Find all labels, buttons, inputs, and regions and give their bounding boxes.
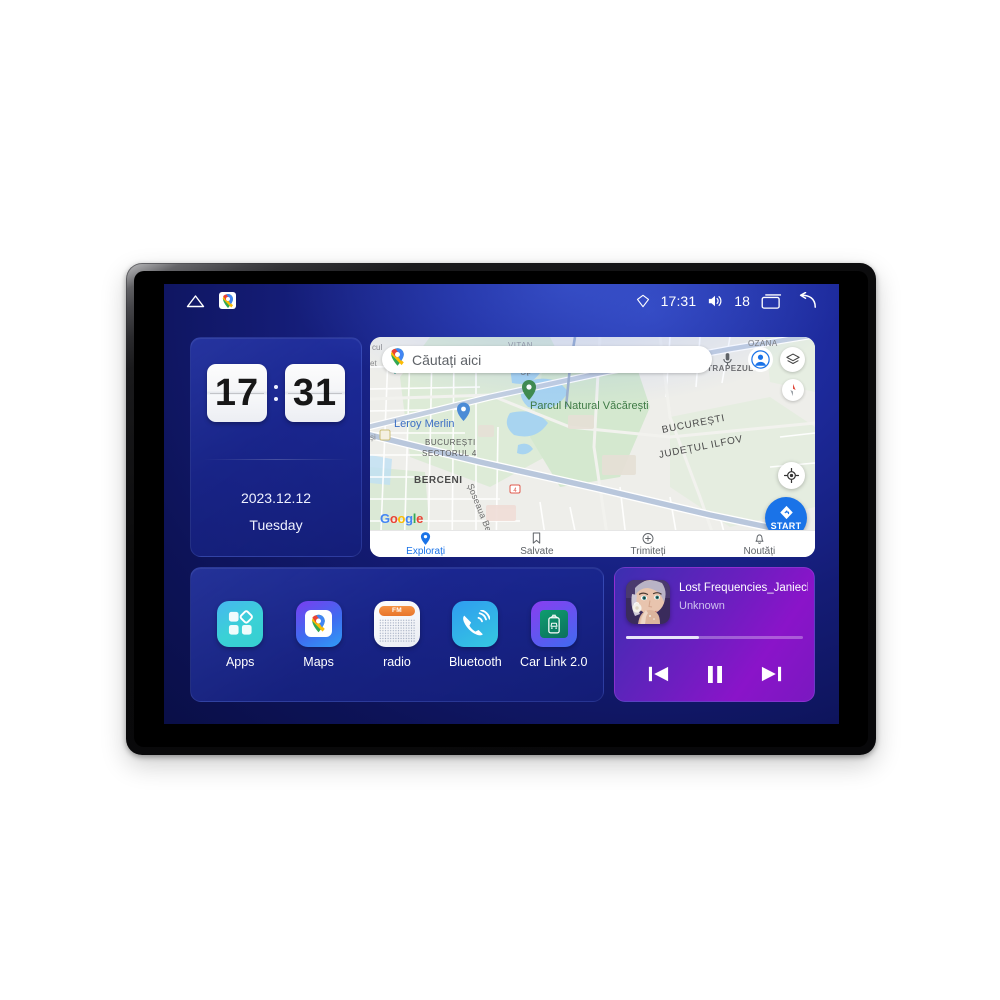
- screen: 17:31 18 17 31 2023.12.12 Tuesday 4 OZAN…: [164, 284, 839, 724]
- app-label: Bluetooth: [448, 654, 502, 669]
- app-shortcuts-row: Apps Maps FM radio Bluetooth Car Link 2.…: [191, 568, 603, 701]
- map-nav-label: Explorați: [406, 545, 446, 557]
- map-nav-label: Noutăți: [743, 545, 776, 557]
- microphone-icon[interactable]: [715, 347, 740, 372]
- location-pin-icon: [636, 294, 650, 308]
- map-nav-label: Salvate: [520, 545, 554, 557]
- progress-bar[interactable]: [626, 636, 803, 639]
- recents-icon[interactable]: [761, 293, 783, 309]
- compass-icon[interactable]: [782, 379, 804, 401]
- app-shortcut-apps[interactable]: Apps: [204, 600, 276, 669]
- apps-grid-icon: [217, 600, 264, 647]
- app-shortcuts-panel: Apps Maps FM radio Bluetooth Car Link 2.…: [190, 567, 604, 702]
- music-player-widget[interactable]: Lost Frequencies_Janieck Devy-... Unknow…: [614, 567, 815, 702]
- back-icon[interactable]: [794, 292, 817, 309]
- map-nav-updates[interactable]: Noutăți: [704, 532, 815, 557]
- app-shortcut-maps[interactable]: Maps: [283, 600, 355, 669]
- home-icon[interactable]: [186, 294, 205, 308]
- app-shortcut-radio[interactable]: FM radio: [361, 600, 433, 669]
- clock-divider: [203, 459, 349, 460]
- album-art: [626, 580, 670, 624]
- map-nav-explore[interactable]: Explorați: [370, 531, 481, 557]
- clock-widget[interactable]: 17 31 2023.12.12 Tuesday: [190, 337, 362, 557]
- clock-minutes: 31: [285, 364, 345, 422]
- map-label: Leroy Merlin: [394, 418, 455, 430]
- app-shortcut-carlink[interactable]: Car Link 2.0: [518, 600, 590, 669]
- maps-widget[interactable]: 4 VITANOZANAculetSplaiul UniriiTRAPEZULU…: [370, 337, 815, 557]
- map-nav-contribute[interactable]: Trimiteți: [593, 532, 704, 557]
- google-maps-pin-icon: [390, 348, 405, 371]
- track-artist: Unknown: [679, 600, 725, 612]
- bell-icon: [755, 533, 764, 544]
- app-label: Car Link 2.0: [520, 654, 588, 669]
- map-label: SECTORUL 4: [422, 449, 477, 458]
- status-bar: 17:31 18: [164, 284, 839, 317]
- volume-level: 18: [734, 292, 750, 309]
- clock-date: 2023.12.12: [240, 490, 312, 506]
- clock-colon: [274, 385, 278, 401]
- map-label: și: [370, 433, 376, 442]
- app-label: radio: [383, 654, 411, 669]
- google-maps-icon[interactable]: [219, 292, 236, 309]
- explore-pin-icon: [421, 531, 431, 545]
- account-avatar-icon[interactable]: [748, 347, 773, 372]
- clock-weekday: Tuesday: [249, 517, 303, 533]
- map-label: et: [370, 359, 377, 368]
- map-label: Parcul Natural Văcărești: [530, 400, 649, 412]
- map-search-placeholder: Căutați aici: [412, 351, 482, 368]
- app-label: Maps: [303, 654, 334, 669]
- head-unit-device: 17:31 18 17 31 2023.12.12 Tuesday 4 OZAN…: [126, 263, 876, 755]
- status-time: 17:31: [660, 292, 697, 309]
- my-location-icon[interactable]: [778, 462, 805, 489]
- map-label: BUCUREȘTI: [425, 438, 476, 447]
- google-attribution-logo: Google: [380, 511, 424, 526]
- flip-clock: 17 31: [191, 364, 361, 422]
- progress-fill: [626, 636, 699, 639]
- fm-radio-icon: FM: [373, 600, 420, 647]
- map-label: BERCENI: [414, 475, 463, 486]
- send-plus-icon: [642, 532, 654, 544]
- app-shortcut-bluetooth[interactable]: Bluetooth: [439, 600, 511, 669]
- radio-band-badge: FM: [391, 607, 402, 614]
- map-bottom-nav: Explorați Salvate Trimiteți Noutăți: [370, 530, 815, 557]
- map-nav-saved[interactable]: Salvate: [481, 531, 592, 557]
- volume-icon[interactable]: [707, 294, 723, 308]
- car-link-icon: [530, 600, 577, 647]
- layers-icon[interactable]: [780, 347, 805, 372]
- track-title: Lost Frequencies_Janieck Devy-...: [679, 582, 808, 594]
- clock-hours: 17: [207, 364, 267, 422]
- home-screen: 17 31 2023.12.12 Tuesday 4 OZANA cul et …: [164, 317, 839, 724]
- bookmark-icon: [533, 531, 541, 544]
- app-label: Apps: [225, 654, 255, 669]
- map-label: cul: [372, 343, 383, 352]
- map-search-bar[interactable]: Căutați aici: [382, 346, 712, 373]
- google-maps-icon: [295, 600, 342, 647]
- pause-icon[interactable]: [705, 664, 725, 685]
- next-track-icon[interactable]: [760, 664, 783, 684]
- navigation-arrow-icon: [779, 505, 793, 520]
- previous-track-icon[interactable]: [647, 664, 670, 684]
- bluetooth-phone-icon: [452, 600, 499, 647]
- music-controls: [615, 652, 814, 696]
- map-nav-label: Trimiteți: [630, 545, 666, 557]
